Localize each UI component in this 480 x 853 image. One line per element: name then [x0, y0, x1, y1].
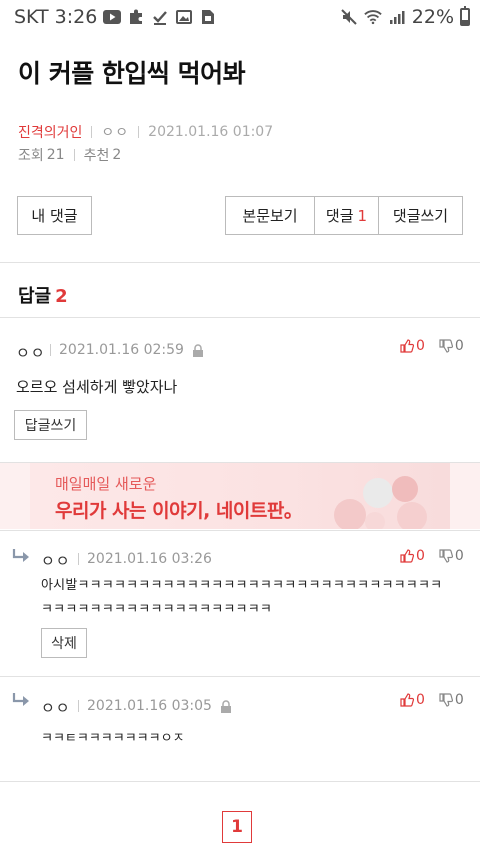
- divider: [0, 262, 480, 263]
- puzzle-icon: [127, 8, 145, 26]
- reply-write-button[interactable]: 답글쓰기: [14, 410, 87, 440]
- ad-headline: 우리가 사는 이야기, 네이트판。: [55, 500, 303, 522]
- reply-arrow-icon: [12, 693, 29, 706]
- divider: [138, 126, 140, 138]
- wifi-icon: [364, 8, 382, 26]
- like-button[interactable]: 0: [400, 548, 425, 564]
- write-comment-button[interactable]: 댓글쓰기: [378, 197, 462, 234]
- thumbs-down-icon: [439, 549, 453, 563]
- delete-button[interactable]: 삭제: [41, 628, 87, 658]
- divider: [78, 553, 79, 565]
- comment-date: 2021.01.16 02:59: [59, 342, 184, 358]
- gallery-icon: [175, 8, 193, 26]
- page-1-button[interactable]: 1: [222, 811, 252, 843]
- comment-text-line: 아시발ㅋㅋㅋㅋㅋㅋㅋㅋㅋㅋㅋㅋㅋㅋㅋㅋㅋㅋㅋㅋㅋㅋㅋㅋㅋㅋㅋㅋㅋㅋ: [41, 578, 443, 593]
- post-datetime: 2021.01.16 01:07: [148, 124, 274, 140]
- dislike-count: 0: [454, 548, 464, 564]
- status-bar: SKT 3:26 22%: [0, 0, 480, 33]
- replies-label: 답글: [18, 286, 52, 307]
- divider: [0, 676, 480, 677]
- comment-text: 오르오 섬세하게 빻았자나: [16, 378, 178, 396]
- dislike-button[interactable]: 0: [439, 338, 464, 354]
- post-title: 이 커플 한입씩 먹어봐: [18, 59, 246, 88]
- comment-toolbar: 본문보기 댓글 1 댓글쓰기: [225, 196, 463, 235]
- sim-icon: [199, 8, 217, 26]
- comment-date-row: 2021.01.16 02:59: [50, 342, 204, 358]
- divider: [50, 344, 51, 356]
- comment-votes: 0 0: [400, 692, 464, 708]
- signal-icon: [388, 8, 406, 26]
- divider: [73, 149, 75, 161]
- youtube-icon: [103, 8, 122, 26]
- my-comments-button[interactable]: 내 댓글: [17, 196, 92, 235]
- replies-header: 답글 2: [18, 282, 68, 308]
- ad-background: 매일매일 새로운 우리가 사는 이야기, 네이트판。: [30, 463, 450, 529]
- dislike-button[interactable]: 0: [439, 548, 464, 564]
- thumbs-up-icon: [400, 693, 414, 707]
- mute-icon: [340, 8, 358, 26]
- like-button[interactable]: 0: [400, 338, 425, 354]
- comment-date-row: 2021.01.16 03:05: [78, 698, 232, 714]
- comment-date: 2021.01.16 03:26: [87, 551, 212, 567]
- dislike-button[interactable]: 0: [439, 692, 464, 708]
- lock-icon: [220, 699, 232, 713]
- battery-icon: [460, 5, 470, 26]
- divider: [91, 126, 93, 138]
- replies-count: 2: [55, 286, 68, 307]
- comment-date: 2021.01.16 03:05: [87, 698, 212, 714]
- thumbs-down-icon: [439, 339, 453, 353]
- dislike-count: 0: [454, 338, 464, 354]
- thumbs-up-icon: [400, 339, 414, 353]
- comment-text: ㅋㅋㅌㅋㅋㅋㅋㅋㅋㅋㅇㅈ: [41, 731, 185, 746]
- lock-icon: [192, 343, 204, 357]
- reply-arrow-icon: [12, 549, 29, 562]
- views-label: 조회: [18, 148, 44, 164]
- divider: [0, 530, 480, 531]
- like-count: 0: [416, 692, 425, 708]
- dislike-count: 0: [454, 692, 464, 708]
- views-count: 21: [46, 147, 65, 163]
- carrier-label: SKT: [14, 5, 49, 28]
- comment-user: ㅇㅇ: [16, 344, 46, 362]
- download-done-icon: [151, 8, 169, 26]
- post-author[interactable]: 진격의거인: [18, 122, 82, 142]
- divider: [78, 700, 79, 712]
- pearl-decoration: [334, 476, 427, 529]
- comment-votes: 0 0: [400, 548, 464, 564]
- ad-subtitle: 매일매일 새로운: [55, 475, 157, 493]
- ad-banner[interactable]: 매일매일 새로운 우리가 사는 이야기, 네이트판。: [0, 463, 480, 529]
- post-meta: 진격의거인 ㅇㅇ 2021.01.16 01:07: [18, 122, 273, 142]
- like-count: 0: [416, 338, 425, 354]
- thumbs-up-icon: [400, 549, 414, 563]
- recommend-count: 2: [112, 147, 122, 163]
- comment-date-row: 2021.01.16 03:26: [78, 551, 212, 567]
- comment-votes: 0 0: [400, 338, 464, 354]
- comment-user: ㅇㅇ: [41, 552, 71, 570]
- comment-text-line: ㅋㅋㅋㅋㅋㅋㅋㅋㅋㅋㅋㅋㅋㅋㅋㅋㅋㅋㅋ: [41, 602, 273, 617]
- post-stats: 조회 21 추천 2: [18, 145, 121, 165]
- comments-button[interactable]: 댓글 1: [314, 197, 378, 234]
- divider: [0, 317, 480, 318]
- comments-count: 1: [357, 206, 368, 225]
- post-user: ㅇㅇ: [101, 125, 130, 141]
- view-body-button[interactable]: 본문보기: [226, 197, 314, 234]
- clock: 3:26: [54, 5, 98, 28]
- like-button[interactable]: 0: [400, 692, 425, 708]
- like-count: 0: [416, 548, 425, 564]
- thumbs-down-icon: [439, 693, 453, 707]
- battery-percent: 22%: [411, 5, 454, 28]
- divider: [0, 781, 480, 782]
- recommend-label: 추천: [83, 148, 110, 164]
- comments-label: 댓글: [325, 207, 354, 225]
- comment-user: ㅇㅇ: [41, 699, 71, 717]
